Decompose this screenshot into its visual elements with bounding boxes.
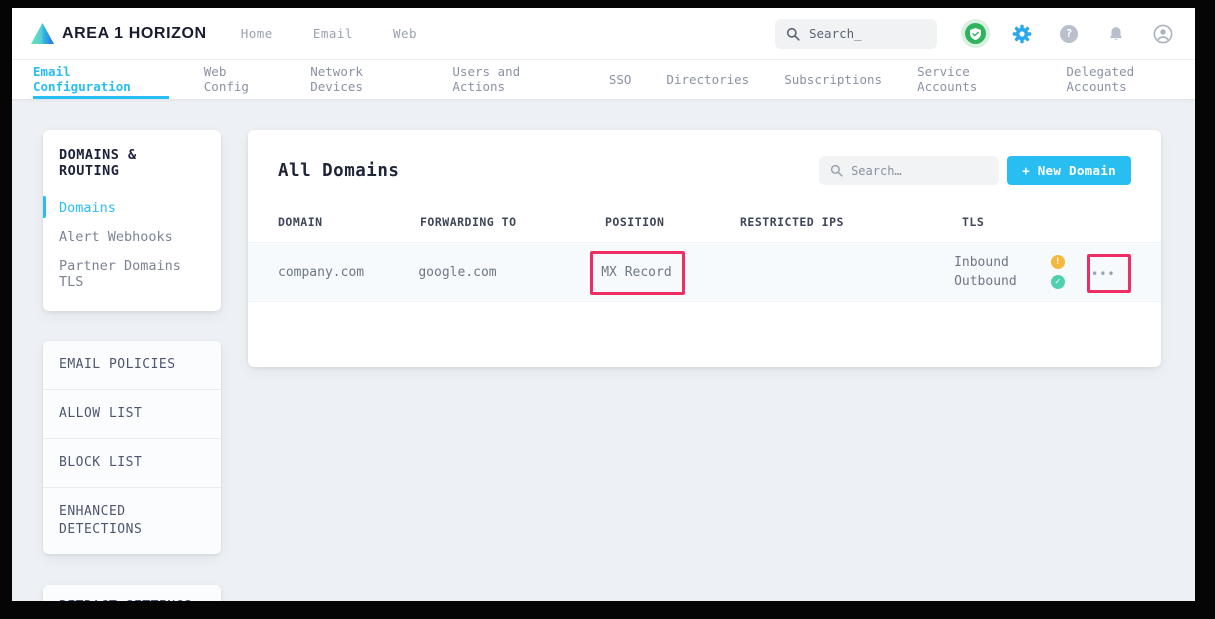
tab-network-devices[interactable]: Network Devices	[310, 60, 417, 99]
row-actions-ellipsis-icon[interactable]: •••	[1091, 267, 1116, 281]
cell-tls: Inbound Outbound ! ✓	[954, 253, 1076, 292]
domains-search[interactable]	[819, 156, 999, 185]
sidebar-item-allow-list[interactable]: ALLOW LIST	[43, 390, 221, 439]
cell-domain: company.com	[278, 265, 418, 280]
cell-forwarding-to: google.com	[418, 265, 601, 280]
cell-position: MX Record	[601, 265, 734, 280]
bell-icon[interactable]	[1104, 22, 1128, 46]
col-header-restricted-ips: RESTRICTED IPS	[740, 215, 962, 229]
tls-outbound-label: Outbound	[954, 272, 1017, 292]
app-window: AREA 1 HORIZON Home Email Web	[12, 8, 1195, 601]
nav-home[interactable]: Home	[241, 26, 273, 41]
global-search[interactable]	[775, 19, 937, 49]
logo-triangle-icon	[30, 22, 55, 45]
tab-web-config[interactable]: Web Config	[204, 60, 275, 99]
gear-icon[interactable]	[1010, 22, 1034, 46]
nav-web[interactable]: Web	[393, 26, 417, 41]
domains-routing-title: DOMAINS & ROUTING	[59, 147, 205, 179]
table-row[interactable]: company.com google.com MX Record Inbound…	[248, 242, 1161, 302]
sidebar-item-retract-settings[interactable]: RETRACT SETTINGS	[43, 585, 221, 601]
logo-text: AREA 1 HORIZON	[62, 25, 207, 43]
domains-routing-card: DOMAINS & ROUTING Domains Alert Webhooks…	[43, 130, 221, 311]
col-header-tls: TLS	[962, 215, 1085, 229]
active-indicator-bar	[43, 196, 46, 218]
nav-email[interactable]: Email	[313, 26, 353, 41]
help-icon[interactable]: ?	[1057, 22, 1081, 46]
sidebar-item-email-policies[interactable]: EMAIL POLICIES	[43, 341, 221, 390]
new-domain-button[interactable]: + New Domain	[1007, 156, 1131, 185]
policy-links-card: EMAIL POLICIES ALLOW LIST BLOCK LIST ENH…	[43, 341, 221, 554]
tab-email-configuration[interactable]: Email Configuration	[33, 60, 169, 99]
sidebar-item-block-list[interactable]: BLOCK LIST	[43, 439, 221, 488]
tls-outbound-check-icon: ✓	[1051, 275, 1065, 289]
logo[interactable]: AREA 1 HORIZON	[30, 22, 207, 45]
shield-check-icon[interactable]	[963, 22, 987, 46]
tab-delegated-accounts[interactable]: Delegated Accounts	[1066, 60, 1195, 99]
search-icon	[786, 27, 800, 41]
tab-users-and-actions[interactable]: Users and Actions	[452, 60, 573, 99]
tab-directories[interactable]: Directories	[666, 60, 749, 99]
tab-subscriptions[interactable]: Subscriptions	[784, 60, 882, 99]
col-header-forwarding-to: FORWARDING TO	[420, 215, 605, 229]
domains-search-input[interactable]	[851, 164, 988, 178]
page-title: All Domains	[278, 161, 399, 181]
col-header-domain: DOMAIN	[278, 215, 420, 229]
table-header-row: DOMAIN FORWARDING TO POSITION RESTRICTED…	[248, 209, 1161, 242]
tab-sso[interactable]: SSO	[609, 60, 632, 99]
search-icon	[830, 164, 843, 177]
sidebar-item-alert-webhooks[interactable]: Alert Webhooks	[59, 223, 205, 252]
tls-inbound-label: Inbound	[954, 253, 1017, 273]
sidebar-item-domains[interactable]: Domains	[59, 194, 205, 223]
profile-icon[interactable]	[1151, 22, 1175, 46]
sidebar-item-partner-domains-tls[interactable]: Partner Domains TLS	[59, 252, 205, 297]
sidebar: DOMAINS & ROUTING Domains Alert Webhooks…	[43, 130, 221, 601]
card-header: All Domains + New Domain	[248, 130, 1161, 209]
tab-service-accounts[interactable]: Service Accounts	[917, 60, 1031, 99]
sidebar-item-enhanced-detections[interactable]: ENHANCED DETECTIONS	[43, 488, 221, 554]
top-icons: ?	[963, 22, 1175, 46]
all-domains-card: All Domains + New Domain DOMAIN FORWARDI…	[248, 130, 1161, 367]
section-tabs: Email Configuration Web Config Network D…	[12, 60, 1195, 100]
top-bar: AREA 1 HORIZON Home Email Web	[12, 8, 1195, 60]
global-search-input[interactable]	[809, 26, 926, 41]
tls-inbound-warning-icon: !	[1051, 255, 1065, 269]
col-header-position: POSITION	[605, 215, 740, 229]
top-nav: Home Email Web	[241, 26, 417, 41]
